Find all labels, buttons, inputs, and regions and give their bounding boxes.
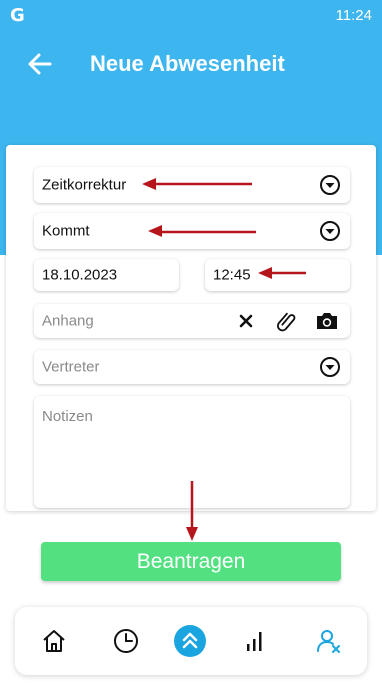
home-icon[interactable] bbox=[39, 626, 69, 656]
date-field[interactable]: 18.10.2023 bbox=[34, 259, 179, 291]
paperclip-icon[interactable] bbox=[275, 310, 297, 332]
app-logo: G bbox=[10, 5, 25, 26]
back-arrow-icon[interactable] bbox=[26, 50, 54, 78]
annotation-arrow-direction bbox=[148, 225, 256, 237]
annotation-arrow-type bbox=[142, 178, 252, 190]
chevron-down-circle-icon bbox=[320, 357, 340, 377]
attachment-placeholder: Anhang bbox=[42, 312, 94, 330]
annotation-arrow-time bbox=[258, 267, 306, 279]
direction-value: Kommt bbox=[42, 222, 90, 240]
status-time: 11:24 bbox=[335, 7, 372, 24]
chevron-double-up-icon[interactable] bbox=[173, 624, 207, 658]
chevron-down-circle-icon bbox=[320, 221, 340, 241]
page-title: Neue Abwesenheit bbox=[90, 51, 285, 76]
user-remove-icon[interactable] bbox=[314, 626, 344, 656]
clock-icon[interactable] bbox=[111, 626, 141, 656]
submit-button[interactable]: Beantragen bbox=[41, 542, 341, 581]
substitute-dropdown[interactable]: Vertreter bbox=[34, 350, 350, 384]
type-value: Zeitkorrektur bbox=[42, 176, 127, 194]
substitute-placeholder: Vertreter bbox=[42, 358, 100, 376]
close-icon[interactable] bbox=[237, 312, 255, 330]
status-bar: G 11:24 bbox=[0, 0, 382, 30]
annotation-arrow-submit bbox=[186, 481, 198, 541]
bottom-navigation bbox=[15, 607, 367, 675]
notes-placeholder: Notizen bbox=[42, 408, 93, 425]
date-value: 18.10.2023 bbox=[42, 266, 118, 284]
chart-bars-icon[interactable] bbox=[239, 626, 269, 656]
time-value: 12:45 bbox=[213, 266, 251, 284]
camera-icon[interactable] bbox=[315, 310, 339, 332]
chevron-down-circle-icon bbox=[320, 175, 340, 195]
attachment-field[interactable]: Anhang bbox=[34, 304, 350, 338]
